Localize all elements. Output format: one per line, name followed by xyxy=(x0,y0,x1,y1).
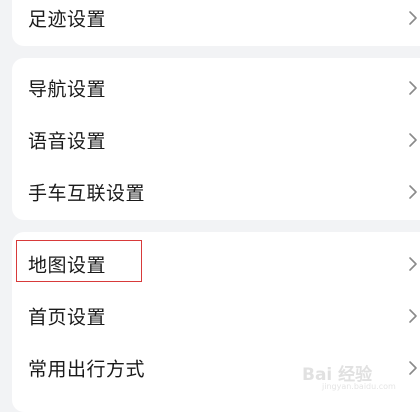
settings-item-common-travel-mode[interactable]: 常用出行方式 xyxy=(12,344,420,392)
settings-item-phone-car-link[interactable]: 手车互联设置 xyxy=(12,168,420,216)
settings-item-footprint[interactable]: 足迹设置 xyxy=(12,0,420,42)
chevron-right-icon xyxy=(408,10,418,26)
chevron-right-icon xyxy=(408,308,418,324)
settings-item-homepage[interactable]: 首页设置 xyxy=(12,292,420,340)
chevron-right-icon xyxy=(408,256,418,272)
settings-item-label: 常用出行方式 xyxy=(28,358,146,381)
settings-item-map[interactable]: 地图设置 xyxy=(12,240,420,288)
chevron-right-icon xyxy=(408,132,418,148)
settings-item-navigation[interactable]: 导航设置 xyxy=(12,64,420,112)
settings-item-voice[interactable]: 语音设置 xyxy=(12,116,420,164)
chevron-right-icon xyxy=(408,80,418,96)
settings-group-map: 地图设置 首页设置 常用出行方式 xyxy=(12,232,420,412)
chevron-right-icon xyxy=(408,360,418,376)
chevron-right-icon xyxy=(408,184,418,200)
settings-item-label: 导航设置 xyxy=(28,78,107,101)
settings-item-label: 地图设置 xyxy=(28,254,107,277)
settings-group-footprint: 足迹设置 xyxy=(12,0,420,46)
settings-item-label: 手车互联设置 xyxy=(28,182,146,205)
settings-item-label: 语音设置 xyxy=(28,130,107,153)
settings-item-label: 足迹设置 xyxy=(28,8,107,31)
settings-item-label: 首页设置 xyxy=(28,306,107,329)
settings-group-navigation: 导航设置 语音设置 手车互联设置 xyxy=(12,58,420,220)
